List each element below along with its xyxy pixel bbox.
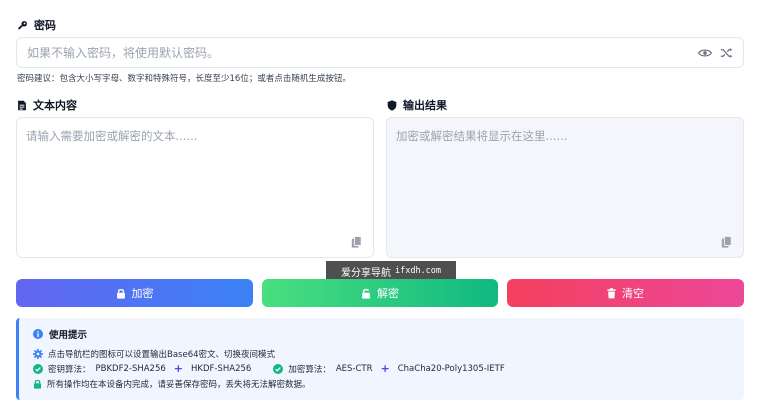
tip-line-algorithms: 密钥算法： PBKDF2-SHA256 + HKDF-SHA256 加密算法： … [33,361,730,376]
watermark: 爱分享导航 ifxdh.com [326,261,456,281]
password-label: 密码 [34,19,56,32]
enc-b: ChaCha20-Poly1305-IETF [397,363,505,374]
password-input[interactable] [27,45,698,60]
kdf-b: HKDF-SHA256 [191,363,252,374]
input-label-row: 文本内容 [17,97,77,113]
output-label-row: 输出结果 [387,97,447,113]
password-label-row: 密码 [17,17,56,33]
encrypt-label: 加密 [131,288,154,300]
clear-button[interactable]: 清空 [507,279,744,307]
tips-title: 使用提示 [49,330,88,341]
tips-panel: 使用提示 点击导航栏的图标可以设置输出Base64密文、切换夜间模式 密钥算法：… [16,318,744,400]
watermark-domain: ifxdh.com [394,266,442,276]
input-textarea[interactable] [17,118,373,257]
lock-icon [116,288,125,299]
check-circle-icon [33,363,43,374]
shield-icon [387,99,397,111]
file-icon [18,100,26,110]
shuffle-icon[interactable] [720,47,733,59]
input-label: 文本内容 [33,99,77,112]
lock-icon [33,379,42,389]
kdf-a: PBKDF2-SHA256 [95,363,166,374]
tip-line-local: 所有操作均在本设备内完成，请妥善保存密码，丢失将无法解密数据。 [33,376,730,391]
check-circle-icon [273,363,284,374]
watermark-name: 爱分享导航 [340,267,391,279]
kdf-label: 密钥算法： [48,364,91,375]
tip-settings-text: 点击导航栏的图标可以设置输出Base64密文、切换夜间模式 [48,349,276,360]
plus-icon: + [173,362,184,375]
input-area [16,117,374,258]
info-icon [33,329,43,339]
tip-local-text: 所有操作均在本设备内完成，请妥善保存密码，丢失将无法解密数据。 [47,379,311,390]
eye-icon[interactable] [698,47,712,59]
decrypt-label: 解密 [377,288,399,300]
password-field [16,37,744,68]
key-icon [18,20,27,30]
output-label: 输出结果 [403,99,447,112]
tips-title-row: 使用提示 [33,327,730,341]
plus-icon: + [380,362,390,375]
decrypt-button[interactable]: 解密 [262,279,498,307]
gear-icon [33,348,43,359]
copy-icon[interactable] [351,236,362,248]
encrypt-button[interactable]: 加密 [16,279,253,307]
tip-line-settings: 点击导航栏的图标可以设置输出Base64密文、切换夜间模式 [33,346,730,361]
copy-icon[interactable] [721,236,732,248]
enc-a: AES-CTR [335,363,373,374]
output-area [386,117,744,258]
unlock-icon [362,288,370,299]
output-textarea[interactable] [387,118,743,257]
enc-label: 加密算法： [288,364,331,375]
password-hint: 密码建议：包含大小写字母、数字和特殊符号，长度至少16位；或者点击随机生成按钮。 [17,74,351,84]
clear-label: 清空 [622,288,644,300]
trash-icon [607,287,616,298]
